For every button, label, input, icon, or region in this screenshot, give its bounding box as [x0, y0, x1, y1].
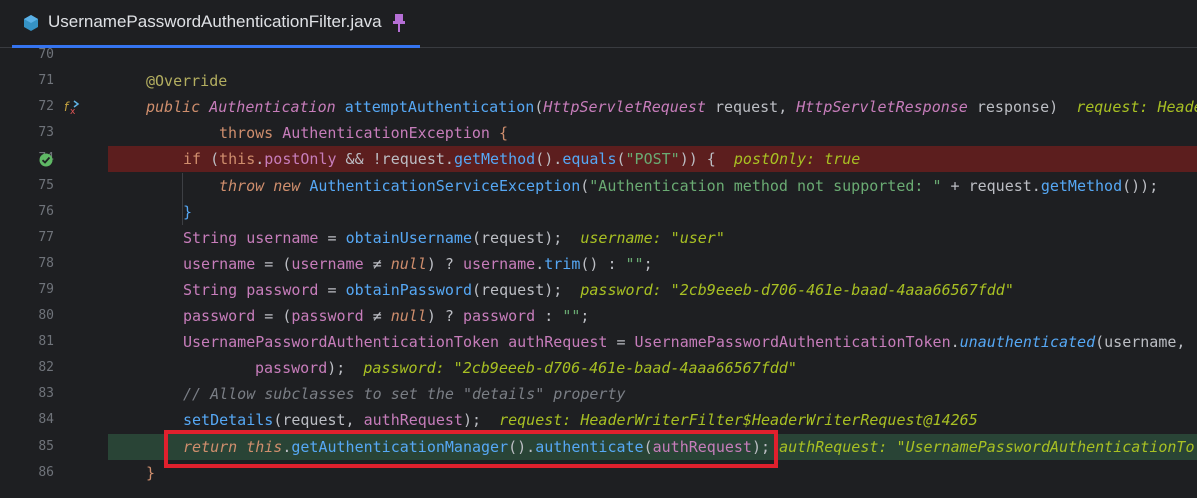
line-number[interactable]: 77: [0, 225, 54, 251]
line-number[interactable]: 83: [0, 381, 54, 407]
editor-tab-bar: UsernamePasswordAuthenticationFilter.jav…: [0, 0, 1197, 48]
tab-title: UsernamePasswordAuthenticationFilter.jav…: [48, 12, 382, 31]
java-class-icon: [24, 15, 38, 31]
code-text: password = (password ≠ null) ? password …: [183, 307, 590, 325]
code-text: @Override: [146, 72, 228, 91]
line-number[interactable]: 75: [0, 173, 54, 199]
breakpoint-line[interactable]: if (this.postOnly && !request.getMethod(…: [108, 146, 1197, 173]
code-line[interactable]: password = (password ≠ null) ? password …: [108, 303, 1197, 329]
line-number[interactable]: 80: [0, 303, 54, 329]
code-text: username = (username ≠ null) ? username.…: [183, 254, 653, 273]
line-number[interactable]: 86: [0, 460, 54, 486]
code-text: }: [146, 463, 156, 482]
line-number[interactable]: 85: [0, 434, 54, 460]
code-line[interactable]: throw new AuthenticationServiceException…: [108, 173, 1197, 199]
code-text: String username = obtainUsername(request…: [183, 228, 725, 247]
code-line[interactable]: // Allow subclasses to set the "details"…: [108, 381, 1197, 407]
code-line[interactable]: public Authentication attemptAuthenticat…: [108, 94, 1197, 120]
code-line[interactable]: }: [108, 199, 1197, 225]
breakpoint-check-icon[interactable]: [39, 152, 53, 171]
code-text: }: [183, 202, 193, 221]
code-text: throws AuthenticationException {: [219, 124, 508, 143]
code-line[interactable]: username = (username ≠ null) ? username.…: [108, 251, 1197, 277]
editor-gutter: 7071727374757677787980818283848586fx: [0, 47, 108, 498]
editor-tab[interactable]: UsernamePasswordAuthenticationFilter.jav…: [12, 0, 420, 48]
line-number[interactable]: 81: [0, 329, 54, 355]
code-line[interactable]: String password = obtainPassword(request…: [108, 277, 1197, 303]
line-number[interactable]: 79: [0, 277, 54, 303]
svg-text:x: x: [70, 107, 76, 115]
line-number[interactable]: 78: [0, 251, 54, 277]
code-text: password); password: "2cb9eeeb-d706-461e…: [255, 359, 797, 378]
code-line[interactable]: String username = obtainUsername(request…: [108, 225, 1197, 251]
indent-guide: [182, 172, 183, 225]
code-text: if (this.postOnly && !request.getMethod(…: [183, 150, 861, 169]
override-method-icon[interactable]: fx: [64, 99, 80, 119]
code-text: throw new AuthenticationServiceException…: [219, 176, 1159, 195]
code-text: // Allow subclasses to set the "details"…: [183, 385, 626, 404]
line-number[interactable]: 71: [0, 68, 54, 94]
code-text: UsernamePasswordAuthenticationToken auth…: [183, 333, 1186, 352]
code-line[interactable]: [108, 48, 1197, 68]
code-line[interactable]: password); password: "2cb9eeeb-d706-461e…: [108, 355, 1197, 381]
line-number[interactable]: 82: [0, 355, 54, 381]
highlight-box: [164, 430, 778, 468]
line-number[interactable]: 72: [0, 94, 54, 120]
code-line[interactable]: throws AuthenticationException {: [108, 120, 1197, 146]
line-number[interactable]: 73: [0, 120, 54, 146]
code-text: String password = obtainPassword(request…: [183, 280, 1014, 299]
line-number[interactable]: 84: [0, 407, 54, 433]
line-number[interactable]: 70: [0, 42, 54, 68]
code-text: public Authentication attemptAuthenticat…: [146, 98, 1197, 117]
code-line[interactable]: UsernamePasswordAuthenticationToken auth…: [108, 329, 1197, 355]
code-line[interactable]: @Override: [108, 68, 1197, 94]
line-number[interactable]: 76: [0, 199, 54, 225]
pin-icon[interactable]: [392, 13, 406, 33]
